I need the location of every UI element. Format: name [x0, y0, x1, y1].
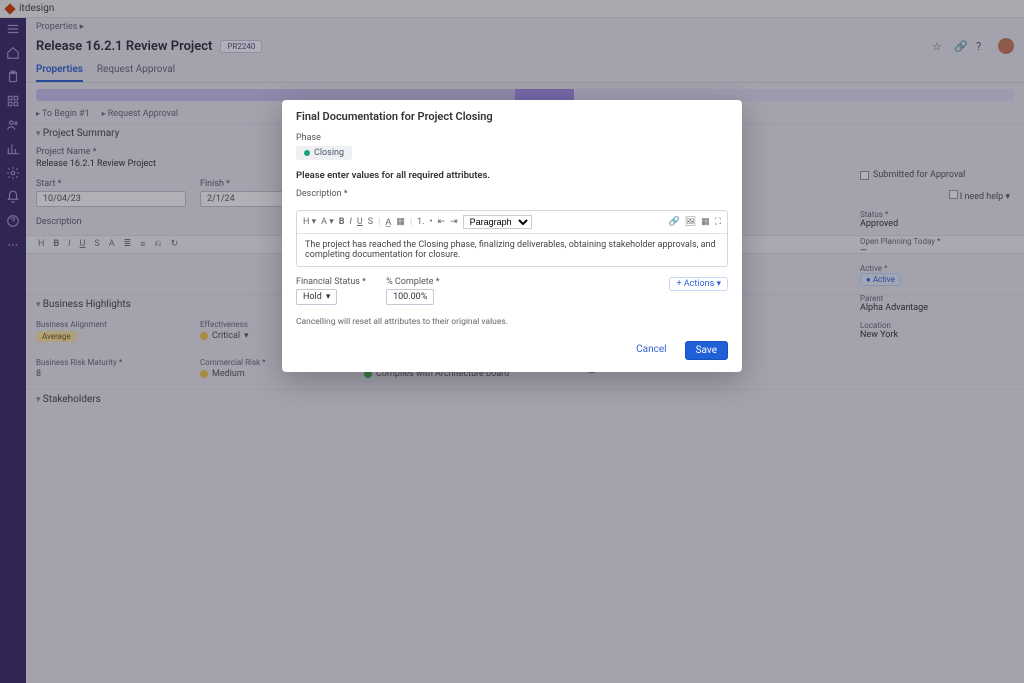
modal-cancel-note: Cancelling will reset all attributes to …	[282, 311, 742, 333]
modal-overlay: Final Documentation for Project Closing …	[0, 0, 1024, 683]
modal-desc-label: Description *	[296, 189, 728, 199]
rte-link-icon[interactable]: 🔗	[669, 217, 680, 227]
rte-font-icon[interactable]: A ▾	[321, 217, 334, 227]
rte-italic-icon[interactable]: I	[350, 217, 352, 227]
rte-indent-icon[interactable]: ⇥	[450, 217, 458, 227]
modal-add-actions-button[interactable]: + Actions ▾	[669, 277, 728, 291]
modal-rte-body[interactable]: The project has reached the Closing phas…	[297, 234, 727, 266]
save-button[interactable]: Save	[685, 341, 728, 360]
rte-strike-icon[interactable]: S	[368, 217, 373, 227]
modal-title: Final Documentation for Project Closing	[282, 100, 742, 129]
modal-final-documentation: Final Documentation for Project Closing …	[282, 100, 742, 372]
chevron-down-icon: ▾	[326, 292, 331, 302]
rte-outdent-icon[interactable]: ⇤	[438, 217, 446, 227]
modal-phase-chip: Closing	[296, 146, 352, 160]
modal-pct-input[interactable]: 100.00%	[386, 289, 434, 305]
modal-phase-label: Phase	[296, 133, 728, 143]
modal-rte: H ▾ A ▾ B I U S | A̲ ▦ | 1. • ⇤ ⇥ Paragr…	[296, 210, 728, 267]
rte-ul-icon[interactable]: •	[429, 217, 432, 227]
rte-underline-icon[interactable]: U	[357, 217, 363, 227]
modal-phase-value: Closing	[314, 148, 344, 158]
modal-fstatus-select[interactable]: Hold ▾	[296, 289, 337, 305]
rte-image-icon[interactable]: 🖼	[685, 217, 696, 227]
phase-dot-icon	[304, 150, 310, 156]
rte-color-icon[interactable]: A̲	[385, 217, 391, 228]
modal-fstatus-label: Financial Status *	[296, 277, 366, 287]
rte-table-icon[interactable]: ▦	[701, 217, 710, 227]
modal-pct-label: % Complete *	[386, 277, 440, 287]
rte-h-icon[interactable]: H ▾	[303, 217, 316, 227]
cancel-button[interactable]: Cancel	[626, 341, 676, 360]
modal-rte-toolbar[interactable]: H ▾ A ▾ B I U S | A̲ ▦ | 1. • ⇤ ⇥ Paragr…	[297, 211, 727, 234]
rte-expand-icon[interactable]: ⛶	[715, 217, 721, 227]
rte-bold-icon[interactable]: B	[339, 217, 345, 227]
rte-paragraph-select[interactable]: Paragraph	[463, 215, 532, 229]
rte-highlight-icon[interactable]: ▦	[396, 217, 405, 227]
rte-ol-icon[interactable]: 1.	[417, 217, 424, 227]
modal-validation-warning: Please enter values for all required att…	[282, 164, 742, 185]
